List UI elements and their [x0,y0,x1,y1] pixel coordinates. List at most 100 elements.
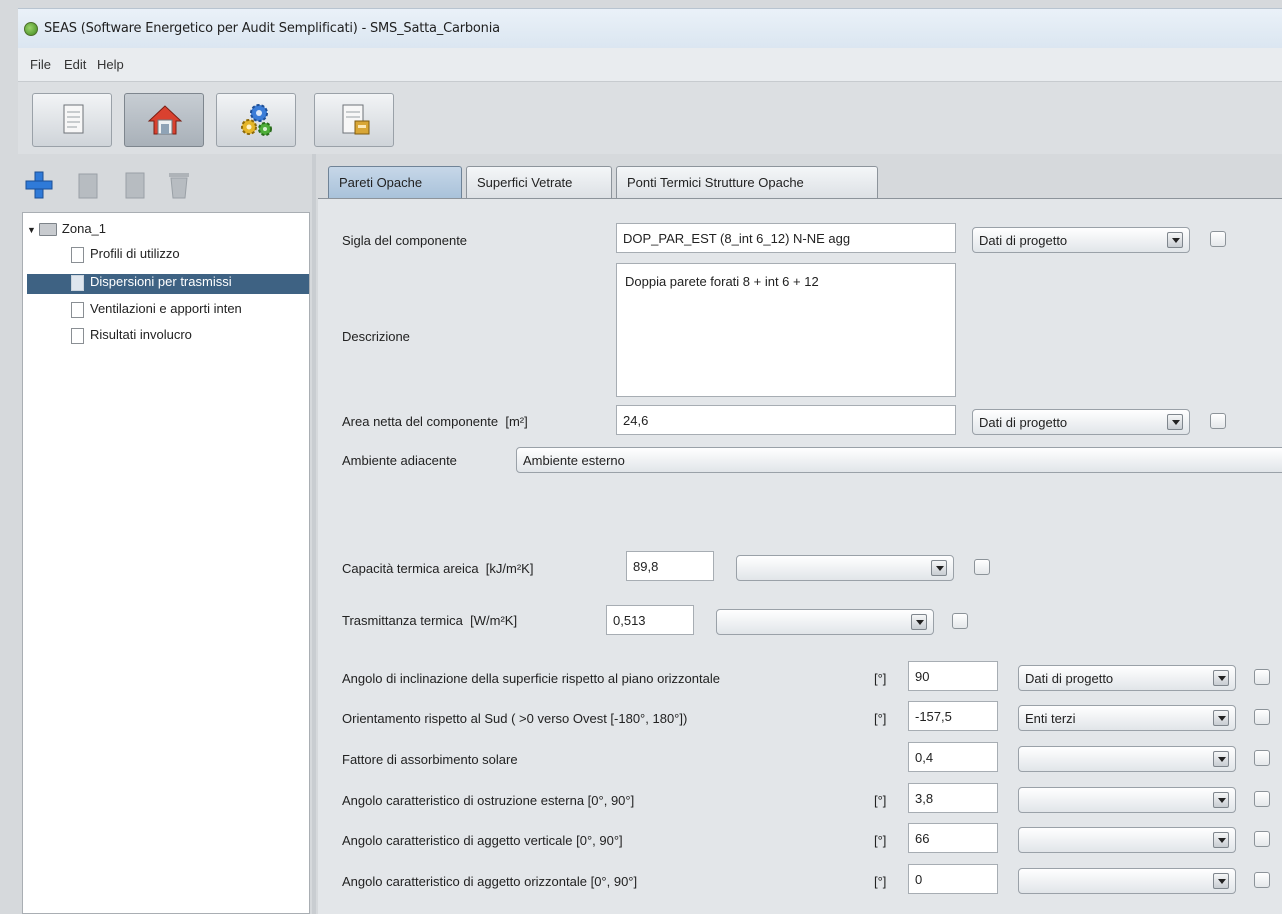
document-icon [71,327,84,344]
pareti-opache-panel: Sigla del componente DOP_PAR_EST (8_int … [318,198,1282,914]
ostruzione-input[interactable]: 3,8 [908,783,998,813]
tree-item-label: Risultati involucro [90,327,192,342]
tab-ponti-termici[interactable]: Ponti Termici Strutture Opache [616,166,878,198]
aggetto-orizzontale-input[interactable]: 0 [908,864,998,894]
sigla-input[interactable]: DOP_PAR_EST (8_int 6_12) N-NE agg [616,223,956,253]
orientamento-input[interactable]: -157,5 [908,701,998,731]
dropdown-arrow-icon [911,614,927,630]
descrizione-textarea[interactable]: Doppia parete forati 8 + int 6 + 12 [616,263,956,397]
orientamento-label: Orientamento rispetto al Sud ( >0 verso … [342,711,688,726]
aggetto-verticale-source-select[interactable] [1018,827,1236,853]
capacita-source-select[interactable] [736,555,954,581]
orientamento-source-select[interactable]: Enti terzi [1018,705,1236,731]
menu-edit[interactable]: Edit [64,57,86,72]
tree-item-profili[interactable]: Profili di utilizzo [71,246,307,266]
document-icon [71,274,84,291]
area-label: Area netta del componente [m²] [342,414,528,429]
expand-arrow-icon[interactable]: ▼ [27,225,36,235]
tree-item-risultati[interactable]: Risultati involucro [71,327,307,347]
document-icon [71,246,84,263]
aggetto-verticale-checkbox[interactable] [1254,831,1270,847]
inclinazione-label: Angolo di inclinazione della superficie … [342,671,720,686]
trasmittanza-checkbox[interactable] [952,613,968,629]
tab-pareti-opache[interactable]: Pareti Opache [328,166,462,198]
report-icon [342,104,370,135]
trasmittanza-input[interactable]: 0,513 [606,605,694,635]
ostruzione-checkbox[interactable] [1254,791,1270,807]
sigla-checkbox[interactable] [1210,231,1226,247]
assorbimento-source-select[interactable] [1018,746,1236,772]
select-value: Dati di progetto [1025,671,1114,686]
aggetto-verticale-label: Angolo caratteristico di aggetto vertica… [342,833,623,848]
tree-item-ventilazioni[interactable]: Ventilazioni e apporti inten [71,301,307,321]
aggetto-orizzontale-source-select[interactable] [1018,868,1236,894]
tab-bar: Pareti Opache Superfici Vetrate Ponti Te… [318,160,1282,200]
assorbimento-input[interactable]: 0,4 [908,742,998,772]
trasmittanza-source-select[interactable] [716,609,934,635]
dropdown-arrow-icon [1213,670,1229,686]
tree-item-label: Ventilazioni e apporti inten [90,301,242,316]
inclinazione-source-select[interactable]: Dati di progetto [1018,665,1236,691]
aggetto-orizzontale-unit: [°] [874,874,887,889]
dropdown-arrow-icon [1213,710,1229,726]
area-checkbox[interactable] [1210,413,1226,429]
zone-tree: ▼ Zona_1 Profili di utilizzo Dispersioni … [22,212,310,914]
capacita-input[interactable]: 89,8 [626,551,714,581]
dropdown-arrow-icon [1213,751,1229,767]
orientamento-checkbox[interactable] [1254,709,1270,725]
dropdown-arrow-icon [1167,414,1183,430]
document-icon [71,301,84,318]
ostruzione-label: Angolo caratteristico di ostruzione este… [342,793,635,808]
tree-toolbar [18,154,312,212]
copy-icon[interactable] [76,170,102,200]
house-button[interactable] [124,93,204,147]
folder-icon [38,223,57,237]
aggetto-orizzontale-checkbox[interactable] [1254,872,1270,888]
app-icon [24,22,38,36]
document-button[interactable] [32,93,112,147]
title-bar: SEAS (Software Energetico per Audit Semp… [18,8,1282,48]
main-toolbar [18,82,1282,154]
area-input[interactable]: 24,6 [616,405,956,435]
dropdown-arrow-icon [1213,832,1229,848]
select-value: Enti terzi [1025,711,1076,726]
select-value: Ambiente esterno [523,453,625,468]
ambiente-label: Ambiente adiacente [342,453,457,468]
settings-button[interactable] [216,93,296,147]
panel-splitter[interactable] [312,154,316,914]
sigla-source-select[interactable]: Dati di progetto [972,227,1190,253]
inclinazione-input[interactable]: 90 [908,661,998,691]
area-source-select[interactable]: Dati di progetto [972,409,1190,435]
orientamento-unit: [°] [874,711,887,726]
select-value: Dati di progetto [979,233,1068,248]
ambiente-select[interactable]: Ambiente esterno [516,447,1282,473]
menu-file[interactable]: File [30,57,51,72]
tree-item-dispersioni[interactable]: Dispersioni per trasmissi [27,274,309,294]
assorbimento-checkbox[interactable] [1254,750,1270,766]
house-icon [147,105,183,135]
sigla-label: Sigla del componente [342,233,468,248]
report-button[interactable] [314,93,394,147]
capacita-label: Capacità termica areica [kJ/m²K] [342,561,534,576]
ostruzione-source-select[interactable] [1018,787,1236,813]
dropdown-arrow-icon [931,560,947,576]
trasmittanza-label: Trasmittanza termica [W/m²K] [342,613,518,628]
delete-icon[interactable] [166,170,192,200]
ostruzione-unit: [°] [874,793,887,808]
aggetto-verticale-input[interactable]: 66 [908,823,998,853]
dropdown-arrow-icon [1213,873,1229,889]
inclinazione-unit: [°] [874,671,887,686]
menu-help[interactable]: Help [97,57,124,72]
tree-node-zona[interactable]: ▼ Zona_1 [27,221,106,241]
aggetto-orizzontale-label: Angolo caratteristico di aggetto orizzon… [342,874,638,889]
capacita-checkbox[interactable] [974,559,990,575]
paste-icon[interactable] [122,170,148,200]
inclinazione-checkbox[interactable] [1254,669,1270,685]
assorbimento-label: Fattore di assorbimento solare [342,752,518,767]
add-icon[interactable] [24,170,54,200]
tree-node-label: Zona_1 [61,221,107,236]
tab-superfici-vetrate[interactable]: Superfici Vetrate [466,166,612,198]
tree-item-label: Dispersioni per trasmissi [90,274,232,289]
tree-item-label: Profili di utilizzo [90,246,180,261]
select-value: Dati di progetto [979,415,1068,430]
